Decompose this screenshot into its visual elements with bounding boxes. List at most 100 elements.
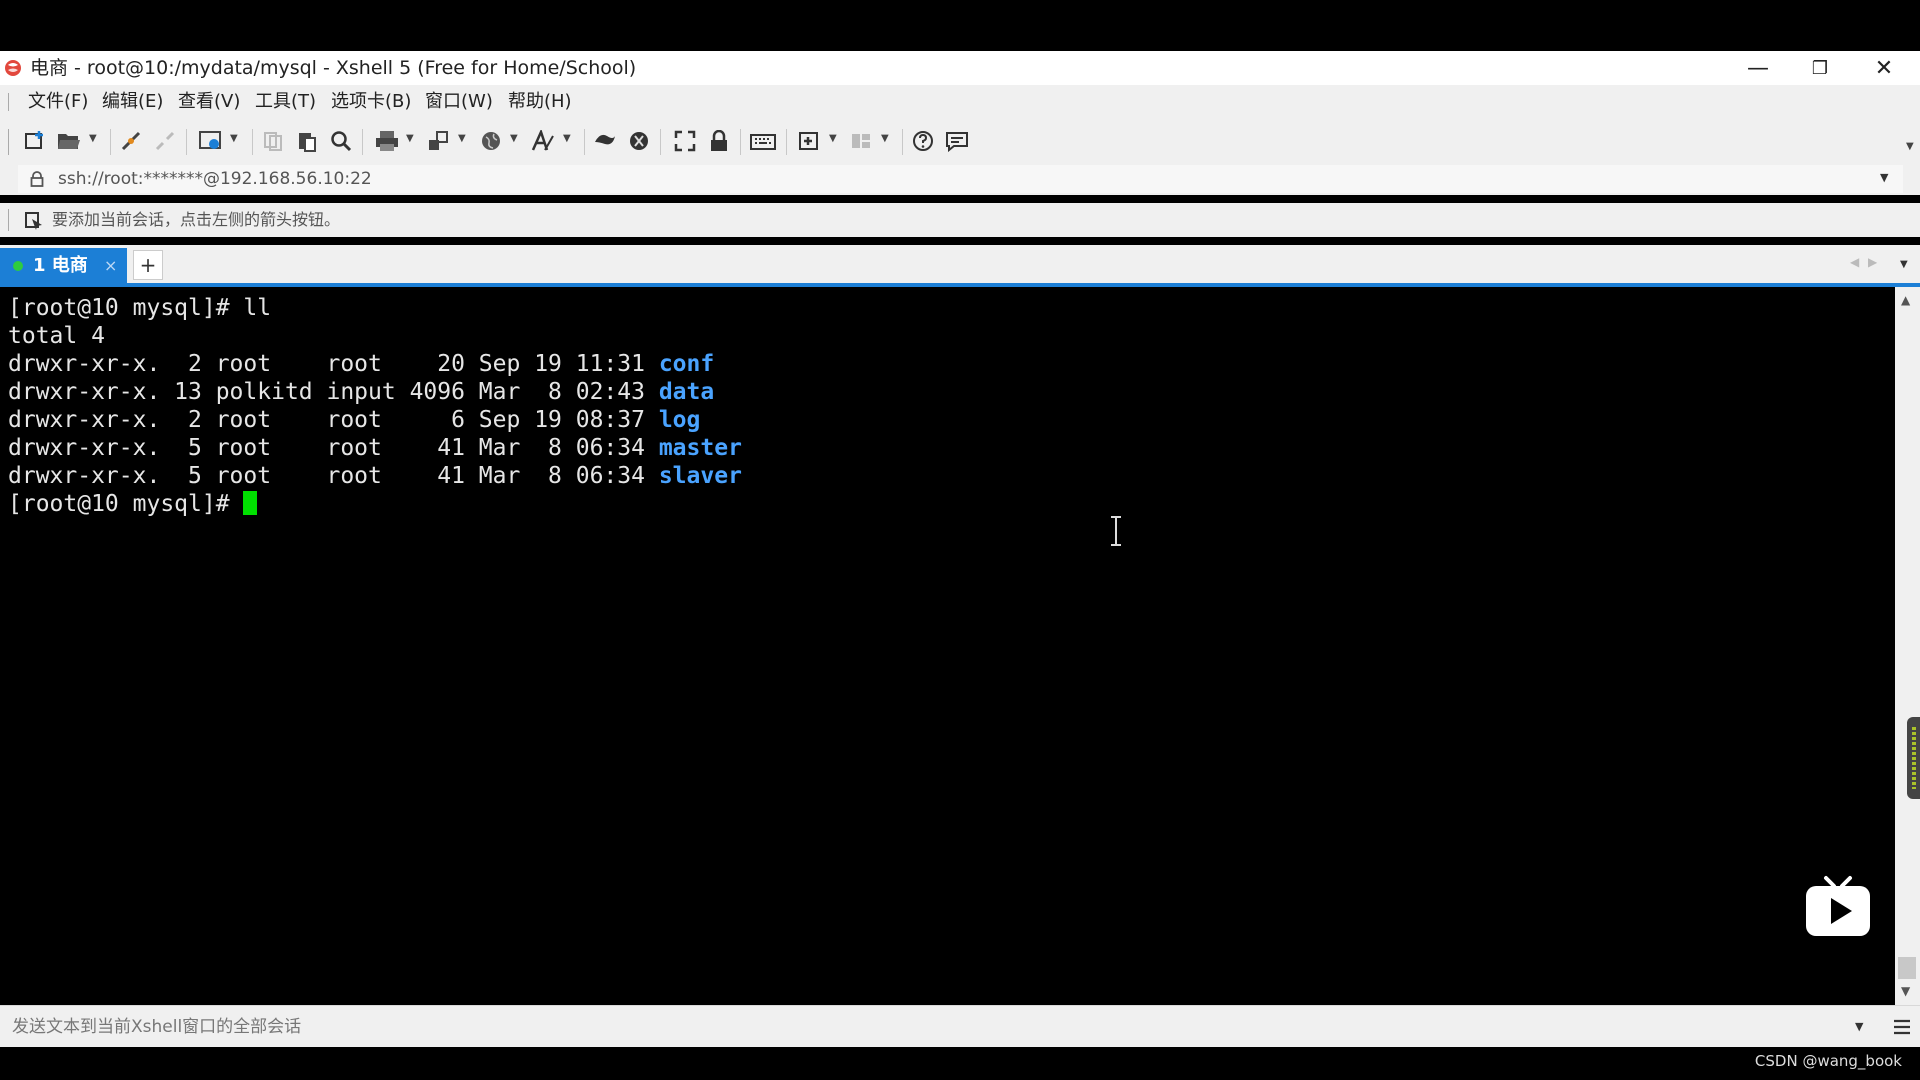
minimize-button[interactable]: —	[1730, 51, 1786, 85]
disconnect-icon[interactable]	[152, 129, 178, 153]
terminal-area[interactable]: [root@10 mysql]# ll total 4 drwxr-xr-x. …	[0, 287, 1895, 1005]
tab-bar: 1 电商 × + ◀ ▶ ▼	[0, 245, 1920, 283]
menu-icon[interactable]	[1893, 1018, 1911, 1036]
reconnect-icon[interactable]	[118, 129, 144, 153]
new-tab-button[interactable]: +	[133, 250, 163, 280]
globe-dropdown-icon[interactable]: ▼	[510, 133, 518, 144]
font-icon[interactable]	[530, 129, 556, 153]
transfer-icon[interactable]	[426, 129, 452, 153]
title-bar: 电商 - root@10:/mydata/mysql - Xshell 5 (F…	[0, 51, 1920, 85]
layout-dropdown-icon[interactable]: ▼	[881, 133, 889, 144]
chat-icon[interactable]	[944, 129, 970, 153]
menu-file[interactable]: 文件(F)	[28, 85, 88, 119]
bilibili-tv-icon[interactable]	[1804, 874, 1872, 938]
scroll-thumb[interactable]	[1898, 957, 1916, 979]
session-grip	[8, 209, 9, 231]
tab-label: 1 电商	[33, 255, 88, 276]
transfer-dropdown-icon[interactable]: ▼	[458, 133, 466, 144]
session-bar: 要添加当前会话，点击左侧的箭头按钮。	[0, 203, 1920, 237]
toolbar-separator	[186, 129, 187, 155]
terminal-line: drwxr-xr-x. 5 root root 41 Mar 8 06:34 m…	[8, 435, 742, 461]
toolbar-grip	[8, 129, 9, 155]
dir-name: master	[658, 435, 742, 461]
menu-tabs[interactable]: 选项卡(B)	[331, 85, 411, 119]
dir-name: log	[658, 407, 701, 433]
terminal-prompt-line: [root@10 mysql]#	[8, 490, 258, 518]
tab-session-1[interactable]: 1 电商 ×	[0, 248, 127, 283]
lock-icon[interactable]	[706, 129, 732, 153]
terminal-scrollbar[interactable]: ▲ ▼	[1895, 287, 1920, 1005]
toolbar-separator	[584, 129, 585, 155]
xshell-app-icon	[5, 60, 21, 76]
terminal-line: drwxr-xr-x. 5 root root 41 Mar 8 06:34 s…	[8, 463, 742, 489]
connected-status-icon	[13, 261, 23, 271]
close-button[interactable]: ✕	[1856, 51, 1912, 85]
compose-bar[interactable]: 发送文本到当前Xshell窗口的全部会话 ▼	[0, 1005, 1920, 1047]
toolbar-overflow-icon[interactable]: ▼	[1906, 141, 1914, 152]
lock-icon	[30, 171, 44, 187]
maximize-button[interactable]: ❐	[1792, 51, 1848, 85]
tab-list-dropdown-icon[interactable]: ▼	[1900, 259, 1908, 270]
paste-icon[interactable]	[294, 129, 320, 153]
new-session-icon[interactable]	[22, 129, 48, 153]
toolbar: ▼ ▼ ▼ ▼ ▼ ▼ ▼ ▼ ▼	[0, 119, 1920, 163]
address-bar: ssh://root:*******@192.168.56.10:22 ▼	[0, 163, 1920, 195]
toolbar-separator	[362, 129, 363, 155]
toolbar-separator	[740, 129, 741, 155]
xftp-icon[interactable]	[592, 129, 618, 153]
globe-icon[interactable]	[478, 129, 504, 153]
side-handle[interactable]	[1907, 717, 1920, 799]
add-session-arrow-icon[interactable]	[24, 211, 44, 231]
fullscreen-icon[interactable]	[672, 129, 698, 153]
side-handle-grip	[1912, 727, 1916, 789]
open-icon[interactable]	[56, 129, 82, 153]
keyboard-icon[interactable]	[748, 129, 778, 153]
status-bar	[0, 1047, 1920, 1080]
compose-placeholder: 发送文本到当前Xshell窗口的全部会话	[12, 1017, 302, 1037]
toolbar-separator	[110, 129, 111, 155]
tab-close-icon[interactable]: ×	[104, 248, 117, 283]
dir-name: conf	[658, 351, 715, 377]
print-icon[interactable]	[374, 129, 400, 153]
ibeam-cursor-icon	[1111, 516, 1121, 546]
menu-bar: 文件(F) 编辑(E) 查看(V) 工具(T) 选项卡(B) 窗口(W) 帮助(…	[0, 85, 1920, 119]
watermark: CSDN @wang_book	[1754, 1052, 1902, 1070]
properties-icon[interactable]	[198, 129, 224, 153]
scroll-down-icon[interactable]: ▼	[1901, 984, 1910, 998]
tab-scroll-left-icon[interactable]: ◀	[1850, 255, 1859, 269]
font-dropdown-icon[interactable]: ▼	[563, 133, 571, 144]
menu-window[interactable]: 窗口(W)	[425, 85, 493, 119]
terminal-line: [root@10 mysql]# ll	[8, 295, 272, 321]
dir-name: data	[658, 379, 715, 405]
tab-scroll-right-icon[interactable]: ▶	[1868, 255, 1877, 269]
terminal-line: drwxr-xr-x. 2 root root 6 Sep 19 08:37 l…	[8, 407, 701, 433]
toolbar-separator	[786, 129, 787, 155]
toolbar-separator	[660, 129, 661, 155]
menu-help[interactable]: 帮助(H)	[508, 85, 572, 119]
open-dropdown-icon[interactable]: ▼	[89, 133, 97, 144]
new-tab-dropdown-icon[interactable]: ▼	[829, 133, 837, 144]
address-field[interactable]: ssh://root:*******@192.168.56.10:22 ▼	[18, 165, 1903, 193]
terminal-cursor	[243, 491, 258, 515]
layout-icon[interactable]	[848, 129, 874, 153]
menu-view[interactable]: 查看(V)	[178, 85, 240, 119]
print-dropdown-icon[interactable]: ▼	[406, 133, 414, 144]
toolbar-separator	[902, 129, 903, 155]
terminal-line: drwxr-xr-x. 2 root root 20 Sep 19 11:31 …	[8, 351, 715, 377]
compose-dropdown-icon[interactable]: ▼	[1855, 1020, 1863, 1033]
address-dropdown-icon[interactable]: ▼	[1880, 171, 1888, 184]
xmanager-icon[interactable]	[626, 129, 652, 153]
help-icon[interactable]	[910, 129, 936, 153]
menu-tools[interactable]: 工具(T)	[255, 85, 316, 119]
session-hint: 要添加当前会话，点击左侧的箭头按钮。	[52, 210, 341, 229]
terminal-line: drwxr-xr-x. 13 polkitd input 4096 Mar 8 …	[8, 379, 715, 405]
terminal-line: total 4	[8, 323, 105, 349]
address-value: ssh://root:*******@192.168.56.10:22	[58, 169, 372, 189]
copy-icon[interactable]	[260, 129, 286, 153]
find-icon[interactable]	[328, 129, 354, 153]
menu-edit[interactable]: 编辑(E)	[102, 85, 163, 119]
new-tab-icon[interactable]	[796, 129, 822, 153]
properties-dropdown-icon[interactable]: ▼	[230, 133, 238, 144]
window-title: 电商 - root@10:/mydata/mysql - Xshell 5 (F…	[30, 57, 637, 79]
scroll-up-icon[interactable]: ▲	[1901, 293, 1910, 307]
